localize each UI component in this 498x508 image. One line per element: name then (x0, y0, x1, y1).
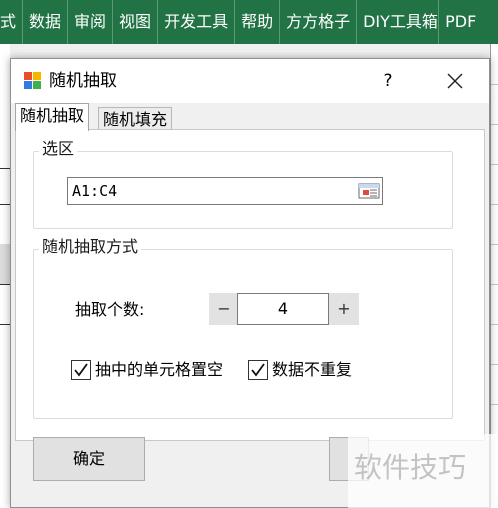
ribbon-tab-formula[interactable]: 式 (0, 0, 24, 44)
app-icon (24, 72, 41, 89)
range-input[interactable]: A1:C4 (67, 177, 383, 205)
ribbon-tab-review[interactable]: 审阅 (68, 0, 114, 44)
no-duplicates-label: 数据不重复 (272, 360, 353, 379)
option-no-duplicates[interactable]: 数据不重复 (248, 357, 352, 383)
ribbon-tab-diy-toolbox[interactable]: DIY工具箱 (357, 0, 440, 44)
ribbon-tab-view[interactable]: 视图 (113, 0, 159, 44)
ok-button[interactable]: 确定 (33, 437, 145, 481)
ribbon-tab-pdf[interactable]: PDF (439, 0, 482, 44)
tab-random-pick[interactable]: 随机抽取 (15, 103, 90, 131)
help-button[interactable]: ? (377, 65, 399, 97)
increment-button[interactable]: + (329, 293, 359, 325)
ribbon-tab-help[interactable]: 帮助 (235, 0, 281, 44)
sheet-background-left (0, 44, 10, 508)
watermark-text: 软件技巧 (354, 451, 467, 484)
dialog-title: 随机抽取 (49, 71, 117, 91)
method-group (33, 249, 453, 419)
count-label: 抽取个数: (75, 300, 145, 319)
selection-group-label: 选区 (39, 139, 78, 159)
close-button[interactable] (431, 63, 479, 99)
range-value: A1:C4 (72, 182, 118, 200)
excel-ribbon: 式 数据 审阅 视图 开发工具 帮助 方方格子 DIY工具箱 PDF (0, 0, 498, 44)
count-input[interactable]: 4 (237, 293, 329, 325)
option-clear-cells[interactable]: 抽中的单元格置空 (71, 357, 223, 383)
clear-cells-label: 抽中的单元格置空 (95, 360, 224, 379)
close-icon (447, 73, 463, 89)
clear-cells-checkbox[interactable] (71, 360, 91, 380)
ribbon-tab-developer[interactable]: 开发工具 (158, 0, 236, 44)
ribbon-tab-fangfanggezi[interactable]: 方方格子 (280, 0, 358, 44)
checkmark-icon (251, 363, 265, 377)
range-select-icon[interactable] (358, 181, 380, 201)
method-group-label: 随机抽取方式 (39, 237, 142, 257)
ribbon-tab-data[interactable]: 数据 (23, 0, 69, 44)
decrement-button[interactable]: − (209, 293, 239, 325)
no-duplicates-checkbox[interactable] (248, 360, 268, 380)
dialog-titlebar[interactable]: 随机抽取 ? (11, 59, 489, 103)
checkmark-icon (74, 363, 88, 377)
